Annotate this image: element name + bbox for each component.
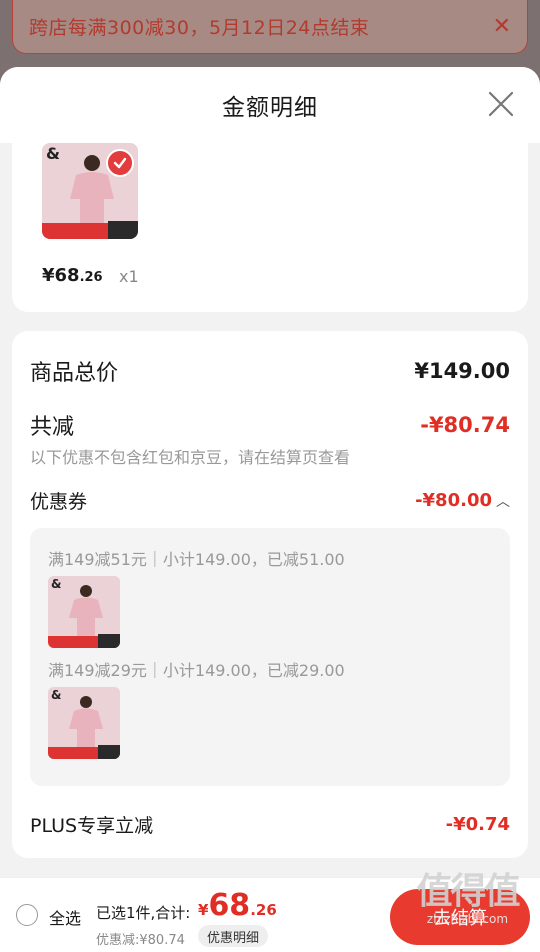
coupon-product-thumbnail: & [48, 576, 120, 648]
product-quantity: x1 [119, 267, 139, 286]
plus-discount-row: PLUS专享立减 -¥0.74 [30, 811, 510, 838]
coupon-item-text: 满149减29元｜小计149.00，已减29.00 [48, 661, 345, 680]
product-card: & ¥68.26 x1 [12, 143, 528, 312]
total-price-label: 商品总价 [30, 361, 119, 386]
promo-banner: 跨店每满300减30，5月12日24点结束 ✕ [12, 0, 528, 54]
amount-detail-card: 商品总价 ¥149.00 共减 -¥80.74 以下优惠不包含红包和京豆，请在结… [12, 331, 528, 858]
total-amount: ¥68.26 [198, 888, 277, 923]
discount-hint: 以下优惠不包含红包和京豆，请在结算页查看 [30, 448, 351, 467]
discount-summary: 优惠减:¥80.74 [96, 933, 185, 948]
checkout-bar: 全选 已选1件,合计: ¥68.26 优惠减:¥80.74 优惠明细 去结算 [0, 877, 540, 952]
total-price-row: 商品总价 ¥149.00 [30, 355, 510, 387]
coupon-list: 满149减51元｜小计149.00，已减51.00 & 满149减29元｜小计1… [30, 528, 510, 786]
discount-detail-button[interactable]: 优惠明细 [198, 925, 269, 947]
plus-discount-label: PLUS专享立减 [30, 815, 154, 837]
reduce-row: 共减 -¥80.74 [30, 409, 510, 441]
selected-summary: 已选1件,合计: [96, 904, 191, 922]
product-price: ¥68.26 [42, 265, 103, 286]
select-all-radio[interactable] [16, 904, 38, 926]
sheet-title: 金额明细 [222, 95, 318, 121]
promo-text: 跨店每满300减30，5月12日24点结束 [29, 17, 370, 39]
svg-text:&: & [51, 688, 61, 702]
coupon-value: -¥80.00 [415, 490, 492, 511]
coupon-row[interactable]: 优惠券 -¥80.00 ︿ [30, 487, 510, 514]
reduce-value: -¥80.74 [420, 413, 510, 437]
chevron-up-icon[interactable]: ︿ [496, 491, 510, 511]
sheet-header: 金额明细 [0, 67, 540, 143]
select-all-label[interactable]: 全选 [49, 905, 81, 929]
close-icon[interactable]: ✕ [493, 15, 511, 38]
coupon-item-text: 满149减51元｜小计149.00，已减51.00 [48, 550, 345, 569]
svg-text:&: & [46, 144, 60, 163]
svg-text:&: & [51, 577, 61, 591]
plus-discount-value: -¥0.74 [445, 814, 510, 835]
checkout-button[interactable]: 去结算 [390, 889, 530, 945]
total-price-value: ¥149.00 [414, 359, 510, 383]
coupon-label: 优惠券 [30, 491, 88, 513]
amount-detail-sheet: 金额明细 & ¥68.26 x1 商品总价 ¥149.00 共减 -¥80.74… [0, 67, 540, 952]
coupon-product-thumbnail: & [48, 687, 120, 759]
selected-check-icon[interactable] [106, 149, 134, 177]
reduce-label: 共减 [30, 415, 75, 440]
close-icon[interactable] [488, 91, 514, 117]
